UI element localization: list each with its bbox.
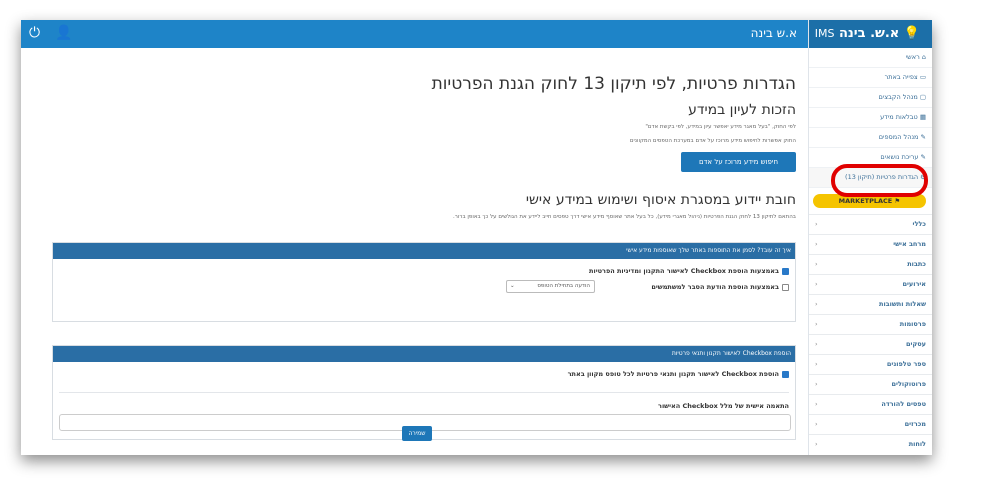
menu-item-events[interactable]: › אירועים [809,274,932,294]
sidebar-menu: › כללי › מרחב אישי › כתבות › אירועים › שאלות … [809,214,932,454]
brand-logo[interactable]: IMS א.ש. בינה 💡 [809,20,932,48]
menu-item-protocols[interactable]: › פרוטוקולים [809,374,932,394]
chevron-icon: › [815,300,818,308]
chevron-icon: › [815,440,818,448]
user-icon[interactable]: 👤 [55,25,72,41]
lightbulb-icon: 💡 [903,26,920,41]
nav-item-tables[interactable]: טבלאות מידע ▦ [809,108,932,128]
save-button[interactable]: שמירה [402,426,432,441]
brand-suffix: IMS [814,27,835,40]
edit-icon: ✎ [920,153,926,161]
chevron-icon: › [815,240,818,248]
menu-item-downloads[interactable]: › טפסים להורדה [809,394,932,414]
checkbox-row[interactable]: באמצעות הוספת הודעת הסבר למשתמשים [651,283,789,291]
monitor-icon: ▭ [919,73,926,81]
disclosure-panel: איך זה עובד? לסמן את התוספות באתר שלך שא… [52,242,796,322]
nav-item-forms[interactable]: מנהל המספים ✎ [809,128,932,148]
chevron-icon: › [815,400,818,408]
panel-header: הוספת Checkbox לאישור תקנון ותנאי פרטיות [53,346,795,362]
chevron-icon: › [815,260,818,268]
nav-item-view-site[interactable]: צפייה באתר ▭ [809,68,932,88]
section-title-access: הזכות לעיון במידע [688,102,796,118]
menu-item-articles[interactable]: › כתבות [809,254,932,274]
power-icon[interactable]: ⏻ [29,25,40,41]
menu-item-phonebook[interactable]: › ספר טלפונים [809,354,932,374]
flag-icon: ⚑ [894,197,901,205]
menu-item-faq[interactable]: › שאלות ותשובות [809,294,932,314]
annotation-circle [831,164,928,197]
app-window: ⏻ 👤 א.ש בינה IMS א.ש. בינה 💡 ראשי ⌂ צפיי… [21,20,932,455]
nav-item-home[interactable]: ראשי ⌂ [809,48,932,68]
panel-header: איך זה עובד? לסמן את התוספות באתר שלך שא… [53,243,795,259]
folder-icon: ▢ [919,93,926,101]
chevron-icon: › [815,420,818,428]
section-title-disclosure: חובת יידוע במסגרת איסוף ושימוש במידע איש… [525,192,796,208]
notice-position-select[interactable]: הודעה בתחילת הטופס ⌄ [506,280,595,293]
table-icon: ▦ [919,113,926,121]
checkbox-unchecked[interactable] [782,283,789,291]
chevron-icon: › [815,360,818,368]
menu-item-ads[interactable]: › פרסומות [809,314,932,334]
menu-item-general[interactable]: › כללי [809,214,932,234]
page-title: הגדרות פרטיות, לפי תיקון 13 לחוק הגנת הפ… [431,74,796,94]
chevron-icon: › [815,280,818,288]
window-title: א.ש בינה [750,26,797,40]
main-content: הגדרות פרטיות, לפי תיקון 13 לחוק הגנת הפ… [34,52,796,452]
checkbox-checked[interactable] [782,370,789,378]
checkbox-row[interactable]: הוספת Checkbox לאישור תקנון ותנאי פרטיות… [568,370,789,378]
top-bar: ⏻ 👤 א.ש בינה [21,20,809,48]
chevron-icon: › [815,220,818,228]
menu-item-personal[interactable]: › מרחב אישי [809,234,932,254]
checkbox-checked[interactable] [782,267,789,275]
nav-item-files[interactable]: מנהל הקבצים ▢ [809,88,932,108]
chevron-down-icon: ⌄ [510,283,515,289]
brand-name: א.ש. בינה [838,26,900,41]
menu-item-tenders[interactable]: › מכרזים [809,414,932,434]
sidebar: IMS א.ש. בינה 💡 ראשי ⌂ צפייה באתר ▭ מנהל… [808,20,932,455]
divider [59,392,789,393]
section-text: לפי החוק, "בעל מאגר מידע יאפשר עיון במיד… [645,124,796,130]
home-icon: ⌂ [921,53,926,61]
search-person-button[interactable]: חיפוש מידע מרוכז על אדם [681,152,796,172]
section-text: בהתאם לתיקון 13 לחוק הגנת הפרטיות (ניהול… [453,214,796,220]
section-text: החוק אפשרות לחיפוש מידע מרוכז על אדם במע… [629,138,796,144]
menu-item-business[interactable]: › עסקים [809,334,932,354]
chevron-icon: › [815,320,818,328]
chevron-icon: › [815,380,818,388]
chevron-icon: › [815,340,818,348]
menu-item-boards[interactable]: › לוחות [809,434,932,454]
edit-icon: ✎ [920,133,926,141]
field-label: התאמה אישית של מלל Checkbox האישור [658,402,789,410]
checkbox-row[interactable]: באמצעות הוספת Checkbox לאישור התקנון ומד… [589,267,789,275]
